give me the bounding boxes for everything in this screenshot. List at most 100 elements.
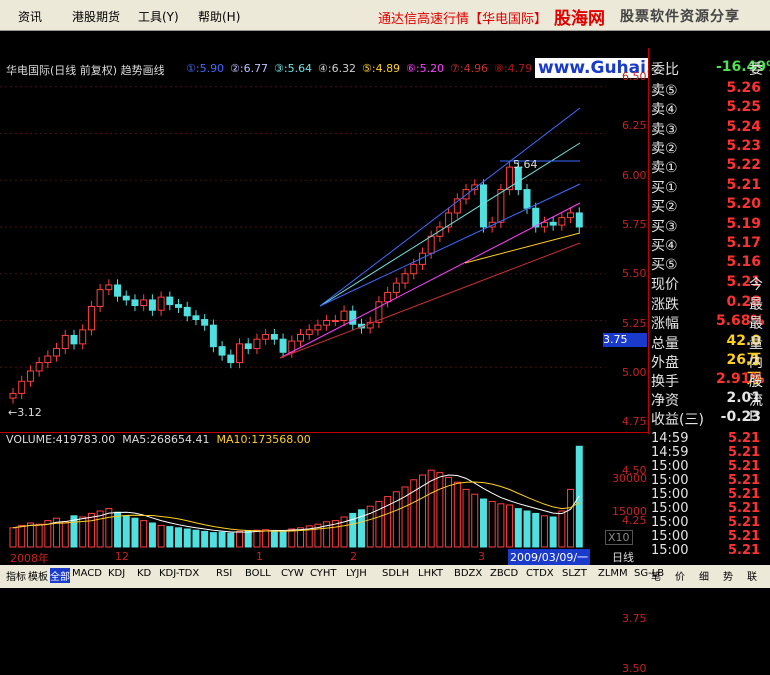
indicator-tab[interactable]: BOLL xyxy=(245,568,271,579)
indicator-tab[interactable]: 指标 xyxy=(6,568,26,583)
price-axis-label: 6.00 xyxy=(622,168,647,182)
indicator-tab[interactable]: CYW xyxy=(281,568,304,579)
candle xyxy=(87,305,95,331)
volume-bar xyxy=(122,515,130,548)
menu-hk-futures[interactable]: 港股期货 xyxy=(72,8,120,25)
candle xyxy=(35,362,43,372)
quote-row: 现价 5.21 今 xyxy=(651,274,763,293)
indicator-tab[interactable]: ZBCD xyxy=(490,568,518,579)
chart-header: 华电国际(日线 前复权) 趋势画线 ①:5.90 ②:6.77 ③:5.64 ④… xyxy=(0,30,770,78)
quote-tab[interactable]: 势 xyxy=(723,568,733,583)
candle xyxy=(279,338,287,353)
tick-time: 15:00 xyxy=(651,501,689,516)
candle xyxy=(401,273,409,284)
indicator-tab[interactable]: MACD xyxy=(72,568,102,579)
tick-time: 14:59 xyxy=(651,431,689,446)
volume-bar xyxy=(201,530,209,548)
quote-label: 净资 xyxy=(651,393,679,409)
indicator-tab[interactable]: RSI xyxy=(216,568,232,579)
price-axis-label: 3.50 xyxy=(622,661,647,675)
volume-panel[interactable] xyxy=(0,432,648,563)
volume-bar xyxy=(26,522,34,548)
volume-bar xyxy=(35,523,43,548)
candle xyxy=(532,207,540,228)
candle xyxy=(567,212,575,219)
menu-tools[interactable]: 工具(Y) xyxy=(138,8,179,25)
indicator-tab[interactable]: SLZT xyxy=(562,568,587,579)
volume-bar xyxy=(549,516,557,548)
volume-bar xyxy=(105,508,113,548)
price-axis-label: 6.25 xyxy=(622,119,647,133)
quote-row: 卖② 5.23 xyxy=(651,138,761,157)
volume-bar xyxy=(61,521,69,548)
indicator-tab[interactable]: BDZX xyxy=(454,568,482,579)
candle xyxy=(392,282,400,293)
candle xyxy=(218,346,226,356)
indicator-tab[interactable]: SDLH xyxy=(382,568,409,579)
quote-row: 买② 5.20 xyxy=(651,196,761,215)
quote-label: 卖④ xyxy=(651,102,678,119)
tick-price: 5.21 xyxy=(728,543,761,558)
quote-row: 买④ 5.17 xyxy=(651,235,761,254)
quote-tail: 今 xyxy=(749,277,763,293)
indicator-tab[interactable]: LYJH xyxy=(346,568,367,579)
candle xyxy=(157,296,165,311)
quote-tail: P xyxy=(749,409,758,425)
trend-line xyxy=(279,242,581,359)
menu-help[interactable]: 帮助(H) xyxy=(198,8,240,25)
price-chart-canvas[interactable] xyxy=(0,48,648,434)
candle xyxy=(523,189,531,209)
quote-row: 委比-16.49%委 xyxy=(651,59,770,78)
indicator-tab[interactable]: ZLMM xyxy=(598,568,628,579)
quote-label: 委比 xyxy=(651,62,679,78)
volume-bar xyxy=(279,530,287,548)
indicator-tab[interactable]: 全部 xyxy=(50,568,70,583)
trend-line xyxy=(319,183,581,307)
price-chart[interactable] xyxy=(0,48,649,434)
quote-value: 5.23 xyxy=(726,137,761,154)
quote-row: 买① 5.21 xyxy=(651,177,761,196)
period-label[interactable]: 日线 xyxy=(612,549,634,565)
candle xyxy=(244,343,252,350)
price-axis-label: 5.00 xyxy=(622,365,647,379)
indicator-tab[interactable]: KD xyxy=(137,568,151,579)
current-date: 2009/03/09/一 xyxy=(508,549,591,565)
volume-bar xyxy=(148,522,156,548)
quote-tab[interactable]: 细 xyxy=(699,568,709,583)
menu-news[interactable]: 资讯 xyxy=(18,8,42,25)
volume-bar xyxy=(9,527,17,548)
quote-label: 卖⑤ xyxy=(651,83,678,99)
volume-bar xyxy=(18,524,26,548)
tick-price: 5.21 xyxy=(728,501,761,516)
quote-row: 买⑤ 5.16 xyxy=(651,254,761,273)
indicator-tab[interactable]: CYHT xyxy=(310,568,337,579)
quote-tail: 最 xyxy=(749,316,763,332)
price-axis-label: 3.75 xyxy=(622,612,647,626)
quote-tail: 委 xyxy=(749,62,763,78)
date-label: 12 xyxy=(115,550,129,563)
candle xyxy=(131,299,139,307)
indicator-tab[interactable]: KDJ-TDX xyxy=(159,568,199,579)
candle xyxy=(192,315,200,321)
indicator-tab[interactable]: 模板 xyxy=(28,568,48,583)
candle xyxy=(314,324,322,331)
quote-tab[interactable]: 价 xyxy=(675,568,685,583)
indicator-tab[interactable]: LHKT xyxy=(418,568,443,579)
volume-bar xyxy=(131,517,139,548)
volume-chart-canvas[interactable] xyxy=(0,433,648,549)
candle xyxy=(9,392,17,399)
volume-bar xyxy=(140,520,148,548)
volume-ma5: MA5:268654.41 xyxy=(122,433,210,446)
quote-tab[interactable]: 笔 xyxy=(651,568,661,583)
high-annotation: 5.64 xyxy=(513,158,538,171)
candle xyxy=(262,334,270,340)
volume-bar xyxy=(523,510,531,548)
indicator-tab[interactable]: CTDX xyxy=(526,568,554,579)
date-axis: 2008年 12 1 2 3 2009/03/09/一 日线 xyxy=(0,549,648,565)
quote-tab[interactable]: 联 xyxy=(747,568,757,583)
trend-line xyxy=(464,232,581,264)
quote-tail: 最 xyxy=(749,296,763,313)
candle xyxy=(427,235,435,254)
quote-row: 涨跌 0.28 最 xyxy=(651,294,763,313)
indicator-tab[interactable]: KDJ xyxy=(108,568,125,579)
